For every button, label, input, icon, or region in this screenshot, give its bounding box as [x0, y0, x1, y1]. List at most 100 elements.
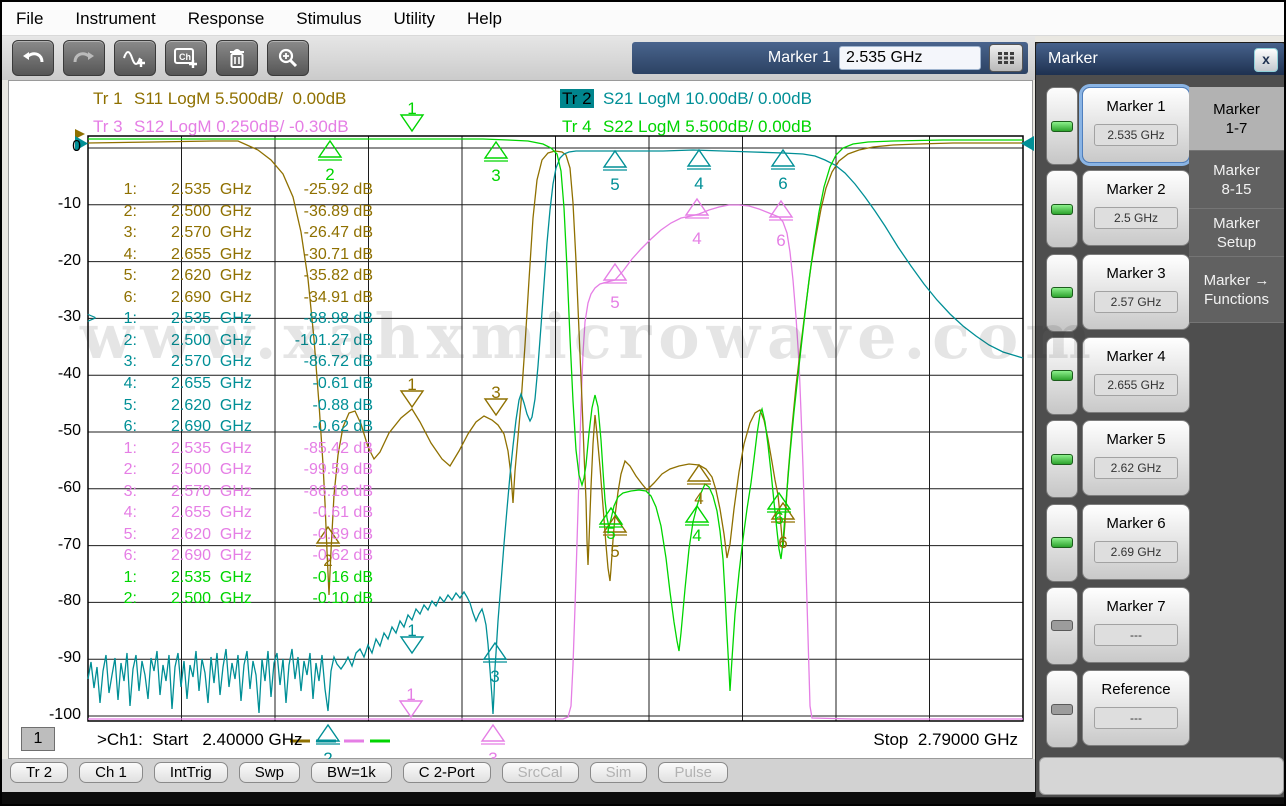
plot-marker-s21-2[interactable] [317, 725, 339, 741]
menu-help[interactable]: Help [467, 9, 502, 29]
plot-marker-s22-3[interactable] [485, 142, 507, 158]
menu-response[interactable]: Response [188, 9, 265, 29]
marker-button-label: Marker 6 [1083, 515, 1189, 532]
readout-rn: 1: [95, 440, 137, 458]
plot-marker-label: 4 [692, 229, 701, 248]
trace-format-label: S22 LogM 5.500dB/ 0.00dB [594, 117, 812, 136]
marker-toggle-6[interactable] [1046, 504, 1078, 582]
status-inttrig[interactable]: IntTrig [154, 762, 228, 783]
marker-toggle-7[interactable] [1046, 587, 1078, 665]
plot-marker-s11-4[interactable] [688, 465, 710, 481]
marker-6-button[interactable]: Marker 62.69 GHz [1082, 504, 1190, 580]
menu-file[interactable]: File [16, 9, 43, 29]
status-pulse[interactable]: Pulse [658, 762, 728, 783]
legend-tr1[interactable]: Tr 1 S11 LogM 5.500dB/ 0.00dB [91, 89, 346, 109]
keypad-button[interactable] [989, 44, 1023, 72]
readout-rn: 2: [95, 332, 137, 350]
marker-readout-row: 1:2.535 GHz-85.42 dB [9, 440, 379, 459]
tab-label: Marker → [1204, 271, 1270, 290]
plot-marker-s12-4[interactable] [686, 199, 708, 215]
marker-readout-row: 6:2.690 GHz-0.62 dB [9, 547, 379, 566]
undo-icon [21, 47, 45, 69]
marker-readout-row: 6:2.690 GHz-0.62 dB [9, 418, 379, 437]
tab-1-7[interactable]: Marker1-7 [1189, 87, 1284, 151]
marker-button-label: Marker 5 [1083, 431, 1189, 448]
status-ch-1[interactable]: Ch 1 [79, 762, 143, 783]
marker-readout-row: 5:2.620 GHz-0.89 dB [9, 526, 379, 545]
redo-button[interactable] [63, 40, 105, 76]
marker-3-button[interactable]: Marker 32.57 GHz [1082, 254, 1190, 330]
zoom-button[interactable] [267, 40, 309, 76]
marker-4-button[interactable]: Marker 42.655 GHz [1082, 337, 1190, 413]
marker-toggle-5[interactable] [1046, 420, 1078, 498]
plot-marker-s21-4[interactable] [688, 150, 710, 166]
menu-instrument[interactable]: Instrument [75, 9, 155, 29]
readout-rn: 4: [95, 246, 137, 264]
add-trace-button[interactable] [114, 40, 156, 76]
readout-rv: -0.61 dB [257, 504, 373, 522]
plot-marker-label: 1 [407, 99, 416, 118]
marker-toggle-8[interactable] [1046, 670, 1078, 748]
marker-button-label: Marker 3 [1083, 265, 1189, 282]
plot-marker-label: 6 [774, 509, 783, 528]
marker-entry-label: Marker 1 [768, 49, 831, 67]
status-bw-1k[interactable]: BW=1k [311, 762, 392, 783]
plot-marker-s21-3[interactable] [484, 643, 506, 659]
plot-marker-s22-2[interactable] [319, 141, 341, 157]
status-sim[interactable]: Sim [590, 762, 648, 783]
marker-readout-row: 5:2.620 GHz-35.82 dB [9, 267, 379, 286]
status-srccal[interactable]: SrcCal [502, 762, 579, 783]
marker-panel-title: Marker [1036, 43, 1285, 75]
status-c-2-port[interactable]: C 2-Port [403, 762, 491, 783]
marker-value-input[interactable] [839, 46, 981, 70]
marker-readout-row: 3:2.570 GHz-86.18 dB [9, 483, 379, 502]
trace-badge[interactable]: Tr 2 [560, 89, 594, 108]
redo-icon [72, 47, 96, 69]
close-icon[interactable]: x [1254, 48, 1278, 72]
menu-stimulus[interactable]: Stimulus [296, 9, 361, 29]
readout-rv: -0.16 dB [257, 569, 373, 587]
tab-functions[interactable]: Marker →Functions [1189, 257, 1284, 323]
marker-readout-row: 4:2.655 GHz-30.71 dB [9, 246, 379, 265]
plot-marker-s21-5[interactable] [604, 151, 626, 167]
menu-utility[interactable]: Utility [393, 9, 435, 29]
plot-area[interactable]: 12345612345613456123456 1 >Ch1: Start 2.… [8, 80, 1033, 759]
readout-rn: 4: [95, 504, 137, 522]
reference-button[interactable]: Reference--- [1082, 670, 1190, 746]
legend-tr3[interactable]: Tr 3 S12 LogM 0.250dB/ -0.30dB [91, 117, 349, 137]
status-swp[interactable]: Swp [239, 762, 300, 783]
led-indicator-on [1051, 121, 1073, 132]
readout-rn: 1: [95, 181, 137, 199]
add-trace-icon [122, 47, 148, 69]
marker-readout-row: 2:2.500 GHz-101.27 dB [9, 332, 379, 351]
plot-marker-label: 1 [406, 685, 415, 704]
marker-toggle-3[interactable] [1046, 254, 1078, 332]
plot-marker-label: 3 [491, 383, 500, 402]
delete-button[interactable] [216, 40, 258, 76]
marker-readout-row: 3:2.570 GHz-86.72 dB [9, 353, 379, 372]
status-tr-2[interactable]: Tr 2 [10, 762, 68, 783]
marker-toggle-2[interactable] [1046, 170, 1078, 248]
undo-button[interactable] [12, 40, 54, 76]
legend-tr2[interactable]: Tr 2 S21 LogM 10.00dB/ 0.00dB [560, 89, 812, 109]
marker-1-button[interactable]: Marker 12.535 GHz [1082, 87, 1190, 163]
readout-rv: -0.10 dB [257, 590, 373, 608]
trace-badge[interactable]: Tr 3 [91, 117, 125, 136]
trace-badge[interactable]: Tr 1 [91, 89, 125, 108]
marker-toggle-1[interactable] [1046, 87, 1078, 165]
y-axis-tick: -90 [15, 649, 81, 667]
plot-marker-s12-3[interactable] [482, 725, 504, 741]
tab-setup[interactable]: MarkerSetup [1189, 209, 1284, 257]
tab-label: Marker [1213, 214, 1260, 233]
trace-badge[interactable]: Tr 4 [560, 117, 594, 136]
marker-5-button[interactable]: Marker 52.62 GHz [1082, 420, 1190, 496]
readout-rn: 3: [95, 353, 137, 371]
add-channel-button[interactable]: Ch [165, 40, 207, 76]
readout-rn: 2: [95, 461, 137, 479]
legend-tr4[interactable]: Tr 4 S22 LogM 5.500dB/ 0.00dB [560, 117, 812, 137]
marker-2-button[interactable]: Marker 22.5 GHz [1082, 170, 1190, 246]
tab-8-15[interactable]: Marker8-15 [1189, 151, 1284, 209]
keypad-icon [997, 51, 1015, 65]
marker-toggle-4[interactable] [1046, 337, 1078, 415]
marker-7-button[interactable]: Marker 7--- [1082, 587, 1190, 663]
